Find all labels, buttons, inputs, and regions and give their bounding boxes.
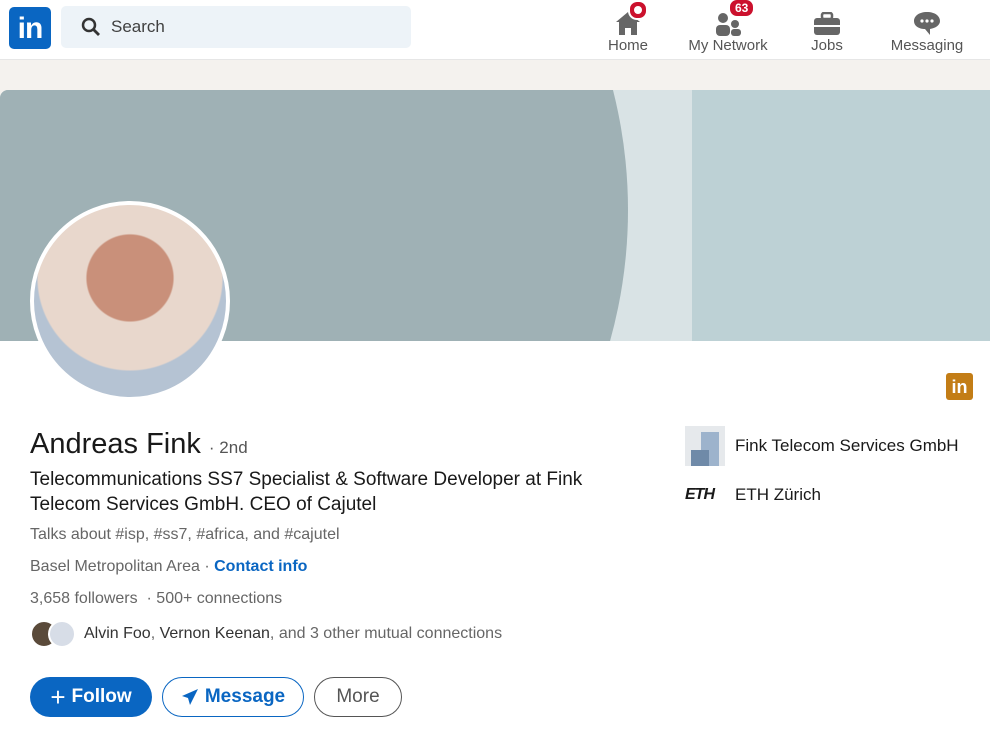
education[interactable]: ETH ETH Zürich [685,485,821,505]
linkedin-logo[interactable]: in [9,7,51,49]
contact-info-link[interactable]: Contact info [214,558,307,575]
messaging-icon [914,12,940,35]
location-row: Basel Metropolitan Area · Contact info [30,558,307,576]
current-company[interactable]: Fink Telecom Services GmbH [685,426,959,466]
mutual-name: Alvin Foo [84,625,151,642]
eth-logo: ETH [685,486,715,503]
message-button[interactable]: Message [162,677,304,717]
nav-label: My Network [688,37,768,54]
nav-label: Jobs [811,37,843,54]
mutual-rest: , and 3 other mutual connections [269,625,503,642]
profile-name: Andreas Fink [30,428,201,460]
connection-degree: · 2nd [208,438,248,457]
school-name: ETH Zürich [735,485,821,504]
nav-label: Messaging [890,37,964,54]
nav-my-network[interactable]: 63 My Network [678,0,778,60]
location: Basel Metropolitan Area · [30,558,210,575]
nav-jobs[interactable]: Jobs [777,0,877,60]
mutual-avatar [48,620,76,648]
send-icon [181,689,198,705]
nav-messaging[interactable]: Messaging [877,0,977,60]
mutual-connections[interactable]: Alvin Foo, Vernon Keenan, and 3 other mu… [30,620,502,648]
top-nav: in Search Home 63 My Network Jobs Messag… [0,0,990,60]
company-name: Fink Telecom Services GmbH [735,436,959,455]
connections-count[interactable]: · 500+ connections [147,590,283,607]
nav-label: Home [607,37,648,54]
search-input[interactable]: Search [61,6,411,48]
profile-headline: Telecommunications SS7 Specialist & Soft… [30,469,583,515]
nav-home[interactable]: Home [578,0,678,60]
more-button[interactable]: More [314,677,402,717]
notification-badge: 63 [728,0,756,18]
search-placeholder: Search [111,17,165,36]
separator: , [150,625,160,642]
talks-about: Talks about #isp, #ss7, #africa, and #ca… [30,526,340,543]
mutual-name: Vernon Keenan [159,625,270,642]
linkedin-premium-icon: in [946,373,973,400]
follow-button[interactable]: + Follow [30,677,152,717]
message-label: Message [204,686,286,707]
followers-count[interactable]: 3,658 followers [30,590,138,607]
follow-label: Follow [71,686,132,707]
briefcase-icon [814,12,840,35]
stats-row: 3,658 followers · 500+ connections [30,590,282,608]
plus-icon: + [50,681,66,712]
profile-name-row: Andreas Fink · 2nd [30,428,248,461]
profile-photo[interactable] [30,201,230,401]
search-icon [81,17,100,36]
profile-card: in Andreas Fink · 2nd Telecommunications… [0,90,990,730]
company-logo [685,426,725,466]
